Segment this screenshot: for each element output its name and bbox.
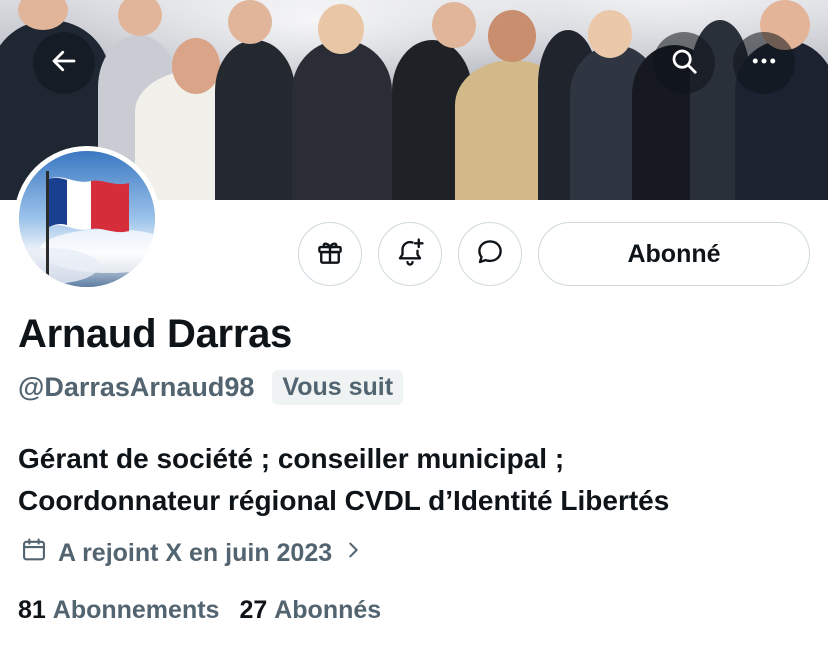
back-button[interactable] bbox=[33, 32, 95, 94]
gift-icon bbox=[315, 237, 345, 272]
follow-stats: 81 Abonnements 27 Abonnés bbox=[18, 596, 381, 625]
more-horizontal-icon bbox=[749, 46, 779, 81]
banner-person bbox=[292, 40, 392, 200]
notifications-button[interactable] bbox=[378, 222, 442, 286]
bell-plus-icon bbox=[395, 237, 425, 272]
search-icon bbox=[669, 46, 699, 81]
display-name: Arnaud Darras bbox=[18, 312, 292, 356]
search-button[interactable] bbox=[653, 32, 715, 94]
banner-person-head bbox=[228, 0, 272, 44]
message-bubble-icon bbox=[475, 237, 505, 272]
more-button[interactable] bbox=[733, 32, 795, 94]
profile-bio: Gérant de société ; conseiller municipal… bbox=[18, 438, 818, 522]
banner-person-head bbox=[432, 2, 476, 48]
follows-you-badge: Vous suit bbox=[272, 370, 404, 405]
avatar[interactable] bbox=[14, 146, 160, 292]
profile-page: Abonné Arnaud Darras @DarrasArnaud98 Vou… bbox=[0, 0, 828, 658]
joined-date-row[interactable]: A rejoint X en juin 2023 bbox=[20, 536, 364, 571]
banner-person-head bbox=[172, 38, 220, 94]
arrow-left-icon bbox=[49, 46, 79, 81]
gift-button[interactable] bbox=[298, 222, 362, 286]
message-button[interactable] bbox=[458, 222, 522, 286]
calendar-icon bbox=[20, 536, 48, 571]
banner-person bbox=[215, 40, 295, 200]
banner-person-head bbox=[488, 10, 536, 62]
following-button[interactable]: Abonné bbox=[538, 222, 810, 286]
followers-link[interactable]: 27 Abonnés bbox=[239, 596, 381, 625]
followers-label: Abonnés bbox=[274, 596, 382, 624]
flag-image bbox=[19, 151, 155, 287]
joined-date: A rejoint X en juin 2023 bbox=[58, 539, 333, 567]
followers-count: 27 bbox=[239, 596, 268, 624]
following-link[interactable]: 81 Abonnements bbox=[18, 596, 219, 625]
handle-row: @DarrasArnaud98 Vous suit bbox=[18, 370, 404, 405]
user-handle: @DarrasArnaud98 bbox=[18, 372, 255, 402]
banner-person-head bbox=[588, 10, 632, 58]
bio-line: Gérant de société ; conseiller municipal… bbox=[18, 443, 565, 474]
bio-line: Coordonnateur régional CVDL d’Identité L… bbox=[18, 485, 670, 516]
following-count: 81 bbox=[18, 596, 46, 624]
chevron-right-icon bbox=[342, 539, 364, 568]
following-label: Abonnements bbox=[52, 596, 220, 624]
banner-person-head bbox=[318, 4, 364, 54]
